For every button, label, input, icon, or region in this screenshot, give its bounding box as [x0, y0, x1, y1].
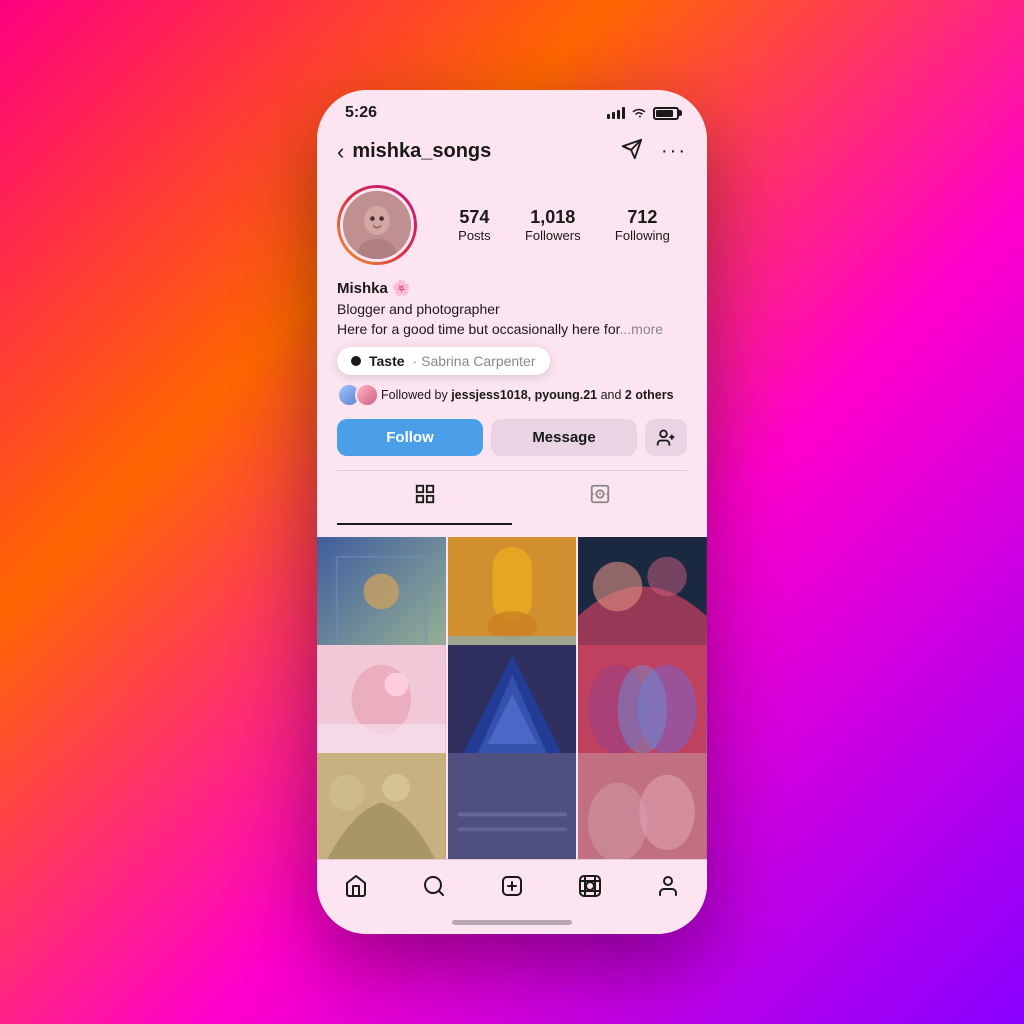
nav-username: mishka_songs — [352, 140, 621, 163]
music-tooltip[interactable]: Taste · Sabrina Carpenter — [337, 347, 550, 375]
music-song: Taste — [369, 353, 405, 369]
action-buttons: Follow Message — [337, 419, 687, 456]
stats-row: 574 Posts 1,018 Followers 712 Following — [441, 207, 687, 243]
followers-count: 1,018 — [525, 207, 581, 228]
nav-header: ‹ mishka_songs ··· — [317, 130, 707, 177]
nav-add[interactable] — [484, 870, 540, 902]
add-friend-button[interactable] — [645, 419, 687, 456]
photo-cell-7[interactable] — [317, 753, 446, 859]
following-stat[interactable]: 712 Following — [615, 207, 670, 243]
music-artist: · Sabrina Carpenter — [413, 353, 536, 369]
home-indicator — [317, 910, 707, 934]
status-icons — [607, 105, 679, 121]
avatar-wrapper — [337, 185, 417, 265]
nav-search[interactable] — [406, 870, 462, 902]
avatar — [340, 188, 414, 262]
follower-avatar-2 — [355, 383, 379, 407]
bio-more[interactable]: ...more — [620, 321, 664, 337]
more-icon[interactable]: ··· — [661, 140, 687, 163]
posts-stat[interactable]: 574 Posts — [458, 207, 491, 243]
photo-cell-9[interactable] — [578, 753, 707, 859]
bio-line2: Here for a good time but occasionally he… — [337, 321, 620, 337]
posts-label: Posts — [458, 228, 491, 243]
bottom-nav — [317, 859, 707, 910]
tab-tagged[interactable] — [512, 471, 687, 525]
nav-reels[interactable] — [562, 870, 618, 902]
posts-count: 574 — [458, 207, 491, 228]
signal-icon — [607, 107, 625, 119]
profile-top-row: 574 Posts 1,018 Followers 712 Following — [337, 185, 687, 265]
photo-cell-8[interactable] — [448, 753, 577, 859]
followed-by: Followed by jessjess1018, pyoung.21 and … — [337, 383, 687, 407]
nav-profile[interactable] — [640, 870, 696, 902]
tagged-icon — [589, 483, 611, 511]
followers-stat[interactable]: 1,018 Followers — [525, 207, 581, 243]
nav-home[interactable] — [328, 870, 384, 902]
grid-icon — [414, 483, 436, 511]
bio-line1: Blogger and photographer — [337, 301, 500, 317]
follow-button[interactable]: Follow — [337, 419, 483, 456]
profile-section: 574 Posts 1,018 Followers 712 Following … — [317, 177, 707, 537]
followers-label: Followers — [525, 228, 581, 243]
phone-frame: 5:26 ‹ mishka_songs — [317, 90, 707, 934]
profile-tabs — [337, 470, 687, 525]
profile-bio: Blogger and photographer Here for a good… — [337, 300, 687, 339]
status-bar: 5:26 — [317, 90, 707, 130]
follower-avatars — [337, 383, 373, 407]
profile-name: Mishka 🌸 — [337, 279, 687, 297]
following-label: Following — [615, 228, 670, 243]
send-icon[interactable] — [621, 138, 643, 165]
photo-grid — [317, 537, 707, 859]
tab-grid[interactable] — [337, 471, 512, 525]
back-button[interactable]: ‹ — [337, 139, 344, 165]
message-button[interactable]: Message — [491, 419, 637, 456]
status-time: 5:26 — [345, 104, 377, 122]
battery-icon — [653, 107, 679, 120]
followed-text: Followed by jessjess1018, pyoung.21 and … — [381, 388, 674, 402]
following-count: 712 — [615, 207, 670, 228]
wifi-icon — [631, 105, 647, 121]
music-dot-icon — [351, 356, 361, 366]
nav-actions: ··· — [621, 138, 687, 165]
